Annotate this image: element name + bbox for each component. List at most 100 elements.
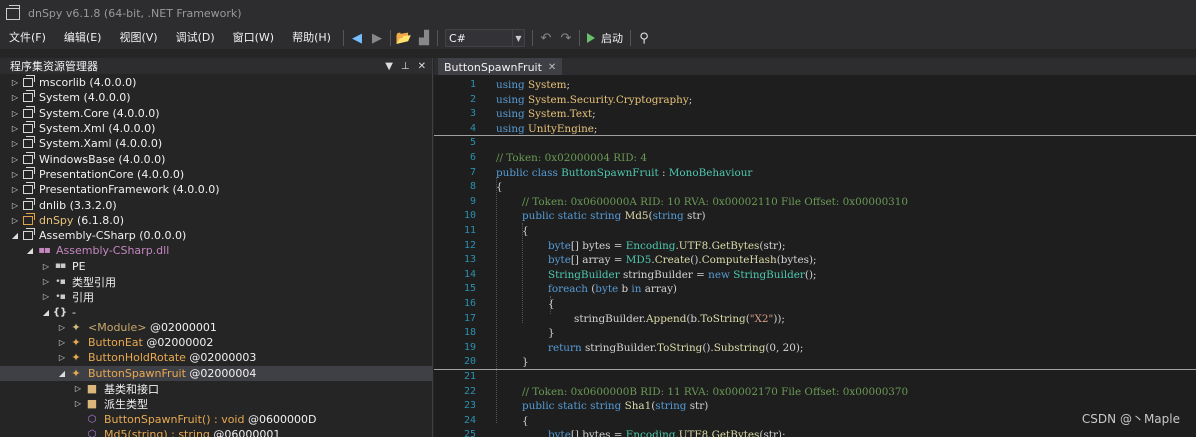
- expand-icon[interactable]: ▷: [10, 201, 20, 210]
- expand-icon[interactable]: ▷: [10, 78, 20, 87]
- menu-edit[interactable]: 编辑(E): [55, 28, 111, 48]
- assembly-explorer: 程序集资源管理器 ▼ ⊥ ✕ ▷ mscorlib (4.0.0.0) ▷ Syst…: [0, 58, 433, 437]
- type-refs-icon: •▪: [55, 276, 65, 287]
- expand-icon[interactable]: ▷: [57, 323, 67, 332]
- tree-item-system-xml[interactable]: ▷ System.Xml (4.0.0.0): [0, 121, 432, 136]
- toolbar-separator: [629, 30, 631, 46]
- menu-window[interactable]: 窗口(W): [224, 28, 283, 48]
- expand-icon[interactable]: ▷: [73, 399, 83, 408]
- tree-item-buttonholdrotate[interactable]: ▷ ✦ ButtonHoldRotate @02000003: [0, 350, 432, 365]
- code-line: 9// Token: 0x0600000A RID: 10 RVA: 0x000…: [469, 195, 909, 208]
- collapse-icon[interactable]: ◢: [41, 308, 51, 317]
- expand-icon[interactable]: ▷: [41, 262, 51, 271]
- tree-item-windowsbase[interactable]: ▷ WindowsBase (4.0.0.0): [0, 151, 432, 166]
- expand-icon[interactable]: ▷: [10, 170, 20, 179]
- collapse-icon[interactable]: ◢: [57, 369, 67, 378]
- expand-icon[interactable]: ▷: [41, 292, 51, 301]
- navigate-forward-icon[interactable]: ▶: [368, 29, 386, 47]
- code-line: 21: [463, 371, 476, 382]
- pin-icon[interactable]: ⊥: [401, 61, 410, 72]
- code-line: 12 byte[] bytes = Encoding. UTF8. GetBytes(…: [463, 239, 786, 252]
- tree-item-references[interactable]: ▷ •▪ 引用: [0, 289, 432, 304]
- tree-item-namespace[interactable]: ◢{} -: [0, 304, 432, 319]
- search-icon[interactable]: ⚲: [635, 29, 653, 47]
- collapse-icon[interactable]: ◢: [25, 246, 35, 255]
- close-icon[interactable]: ✕: [418, 61, 426, 72]
- window-title: dnSpy v6.1.8 (64-bit, .NET Framework): [28, 7, 242, 20]
- open-file-icon[interactable]: 📂: [395, 29, 413, 47]
- code-line: 14 StringBuilder stringBuilder = new Stri…: [463, 268, 817, 281]
- code-line: 17 stringBuilder. Append (b. ToString("X2"))…: [463, 312, 785, 325]
- title-bar: dnSpy v6.1.8 (64-bit, .NET Framework): [0, 0, 1196, 27]
- menu-view[interactable]: 视图(V): [110, 28, 166, 48]
- tree-item-assembly-csharp[interactable]: ◢ Assembly-CSharp (0.0.0.0): [0, 228, 432, 243]
- code-line: 7 public class ButtonSpawnFruit : MonoBeh…: [469, 166, 753, 179]
- tree-item-base-types[interactable]: ▷ ■ 基类和接口: [0, 381, 432, 396]
- menu-debug[interactable]: 调试(D): [167, 28, 224, 48]
- code-line: 5: [469, 137, 476, 149]
- undo-icon[interactable]: ↶: [537, 29, 555, 47]
- expand-icon[interactable]: ▷: [41, 277, 51, 286]
- class-icon: ✦: [71, 351, 81, 365]
- language-select[interactable]: C# ▼: [444, 29, 525, 47]
- code-line: 11{: [463, 225, 529, 237]
- tree-item-system-xaml[interactable]: ▷ System.Xaml (4.0.0.0): [0, 136, 432, 151]
- navigate-back-icon[interactable]: ◀: [348, 29, 366, 47]
- tree-item-type-refs[interactable]: ▷ •▪ 类型引用: [0, 274, 432, 289]
- expand-icon[interactable]: ▷: [10, 155, 20, 164]
- pe-icon: ▪▪: [54, 261, 66, 272]
- code-line: 2 using System.Security.Cryptography;: [469, 93, 693, 106]
- tree-item-presentationcore[interactable]: ▷ PresentationCore (4.0.0.0): [0, 166, 432, 182]
- tab-label: ButtonSpawnFruit: [444, 61, 542, 74]
- redo-icon[interactable]: ↷: [557, 29, 575, 47]
- assembly-icon: [23, 212, 35, 225]
- tree-item-dnlib[interactable]: ▷ dnlib (3.3.2.0): [0, 197, 432, 212]
- tree-item-buttoneat[interactable]: ▷ ✦ ButtonEat @02000002: [0, 335, 432, 350]
- editor-tabstrip: ButtonSpawnFruit ✕: [434, 58, 1196, 75]
- expand-icon[interactable]: ▷: [10, 93, 20, 102]
- expand-icon[interactable]: ▷: [10, 216, 20, 225]
- code-line: 25 byte[] bytes = Encoding. UTF8. GetBytes(…: [463, 429, 786, 437]
- tab-buttonspawnfruit[interactable]: ButtonSpawnFruit ✕: [438, 58, 563, 75]
- namespace-icon: {}: [52, 306, 68, 318]
- tree-item-ctor[interactable]: ⬡ ButtonSpawnFruit() : void @0600000D: [0, 412, 432, 427]
- code-line: 19 return stringBuilder. ToString (). Substr…: [463, 341, 804, 354]
- tree-item-derived-types[interactable]: ▷ ■ 派生类型: [0, 396, 432, 411]
- menu-help[interactable]: 帮助(H): [283, 28, 340, 48]
- tree-item-md5[interactable]: ⬡ Md5(string) : string @06000001: [0, 427, 432, 437]
- tree-item-buttonspawnfruit[interactable]: ◢ ✦ ButtonSpawnFruit @02000004: [0, 365, 432, 381]
- tree-item-module-dll[interactable]: ◢ ▪▪ Assembly-CSharp.dll: [0, 243, 432, 258]
- assembly-icon: [23, 228, 35, 241]
- tree-item-dnspy[interactable]: ▷ dnSpy (6.1.8.0): [0, 212, 432, 228]
- expand-icon[interactable]: ▷: [10, 109, 20, 118]
- collapse-icon[interactable]: ◢: [10, 231, 20, 240]
- code-line: 4 using UnityEngine;: [434, 122, 1196, 137]
- expand-icon[interactable]: ▷: [10, 185, 20, 194]
- tree-item-pe[interactable]: ▷ ▪▪ PE: [0, 259, 432, 274]
- expand-icon[interactable]: ▷: [73, 384, 83, 393]
- method-icon: ⬡: [87, 428, 97, 437]
- code-line: 16{: [463, 298, 555, 310]
- dropdown-icon[interactable]: ▼: [385, 61, 393, 72]
- assembly-icon: [23, 105, 35, 118]
- assembly-tree: ▷ mscorlib (4.0.0.0) ▷ System (4.0.0.0) ▷ S…: [0, 74, 432, 437]
- tree-item-mscorlib[interactable]: ▷ mscorlib (4.0.0.0): [0, 75, 432, 90]
- open-list-icon[interactable]: ▟: [415, 29, 433, 47]
- tree-item-module-class[interactable]: ▷ ✦ <Module> @02000001: [0, 320, 432, 335]
- method-icon: ⬡: [87, 413, 97, 425]
- expand-icon[interactable]: ▷: [57, 338, 67, 347]
- expand-icon[interactable]: ▷: [10, 139, 20, 148]
- start-debug-button[interactable]: 启动: [583, 30, 627, 46]
- tree-item-system[interactable]: ▷ System (4.0.0.0): [0, 90, 432, 105]
- code-line: 20}: [434, 355, 1196, 370]
- assembly-icon: [23, 151, 35, 164]
- tree-item-presentationframework[interactable]: ▷ PresentationFramework (4.0.0.0): [0, 182, 432, 197]
- menu-file[interactable]: 文件(F): [0, 28, 55, 48]
- expand-icon[interactable]: ▷: [10, 124, 20, 133]
- close-icon[interactable]: ✕: [548, 62, 556, 73]
- menu-bar: 文件(F) 编辑(E) 视图(V) 调试(D) 窗口(W) 帮助(H) ◀ ▶ …: [0, 27, 1196, 49]
- code-view[interactable]: 1 using System; 2 using System.Security.Cr…: [434, 78, 1196, 437]
- expand-icon[interactable]: ▷: [57, 353, 67, 362]
- toolbar-separator: [578, 30, 580, 46]
- tree-item-system-core[interactable]: ▷ System.Core (4.0.0.0): [0, 105, 432, 121]
